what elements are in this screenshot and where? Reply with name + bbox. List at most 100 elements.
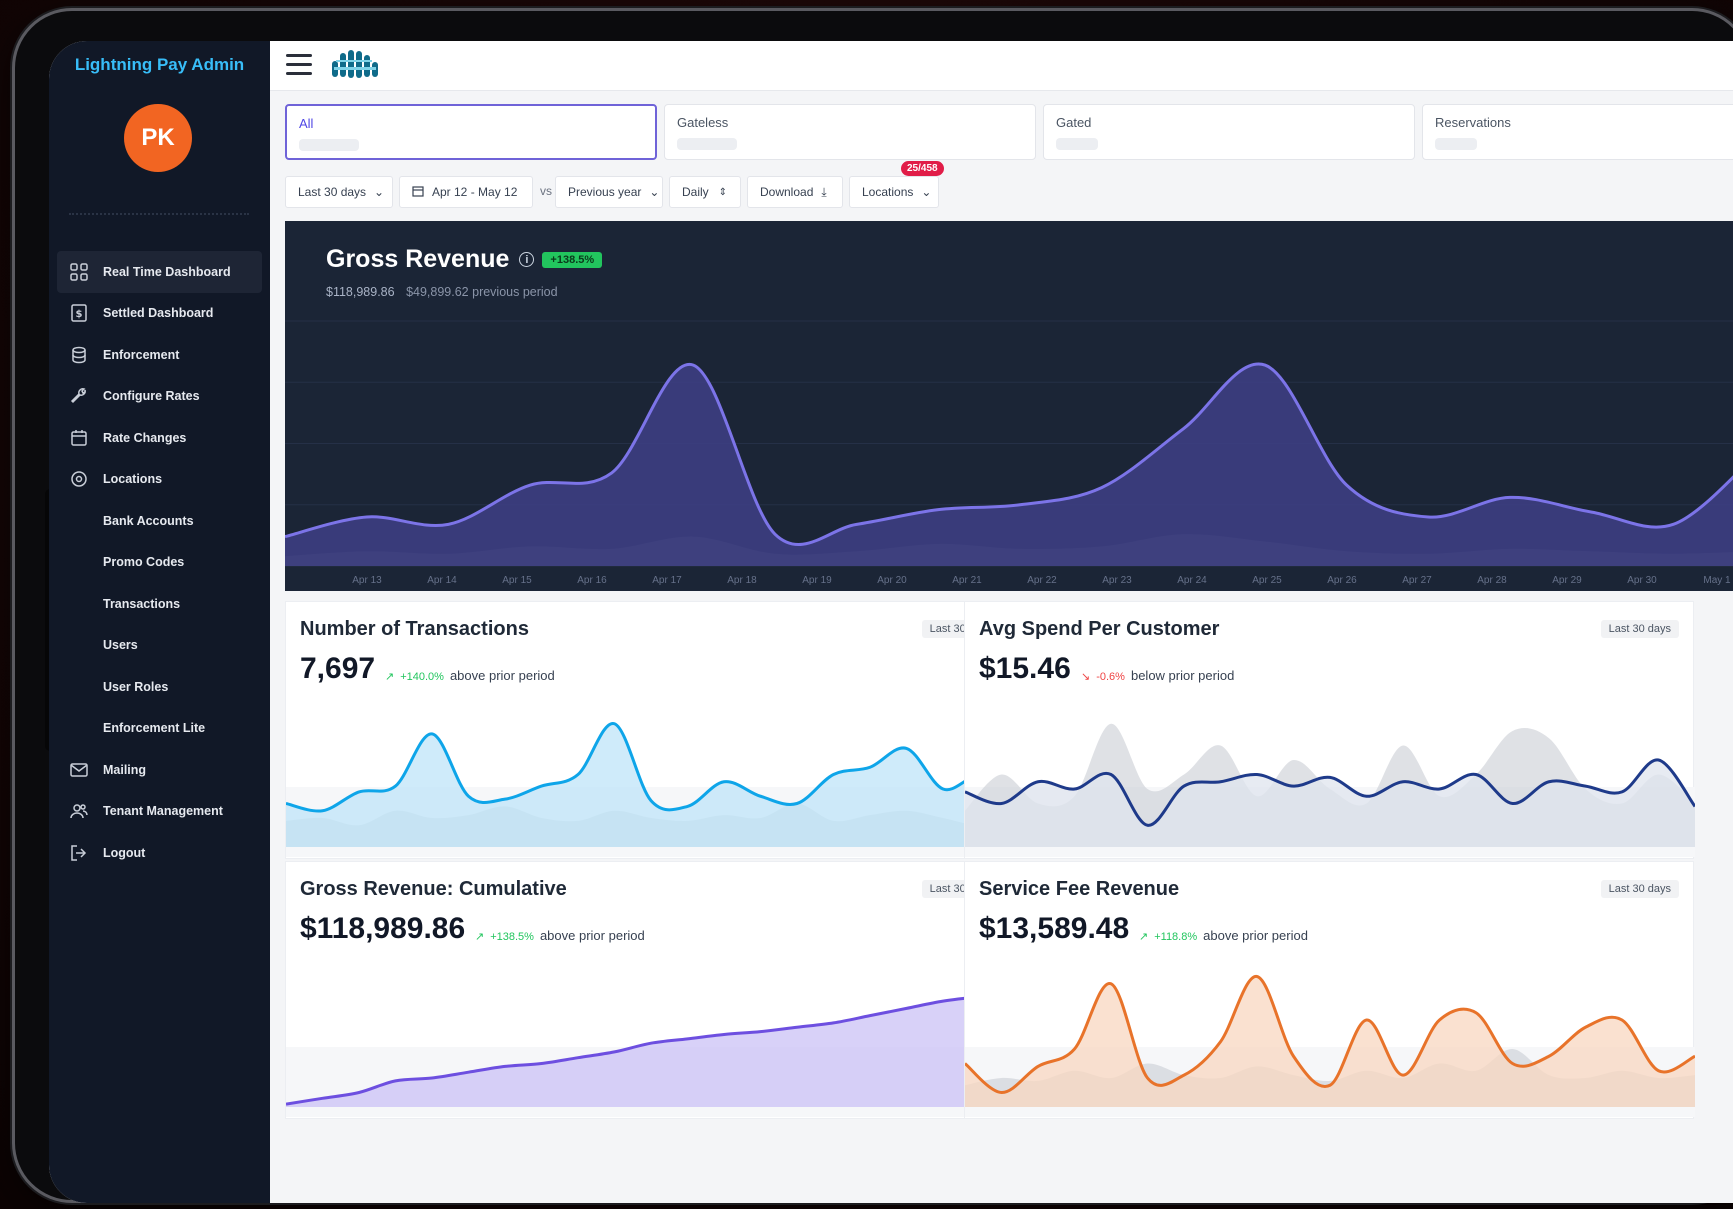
card-chart[interactable] [286, 957, 1016, 1117]
x-tick-label: Apr 16 [577, 575, 607, 586]
x-tick-label: Apr 30 [1627, 575, 1657, 586]
info-icon[interactable]: i [519, 252, 535, 267]
sidebar-item-mailing[interactable]: Mailing [57, 749, 262, 791]
card-change-note: above prior period [539, 928, 645, 943]
tab-value-placeholder [677, 138, 737, 150]
sidebar-item-user-roles[interactable]: User Roles [57, 666, 262, 708]
tab-reservations[interactable]: Reservations [1422, 104, 1733, 160]
x-tick-label: Apr 22 [1027, 575, 1057, 586]
sidebar-item-users[interactable]: Users [57, 625, 262, 667]
grid-icon [69, 262, 89, 282]
card-title: Number of Transactions [300, 618, 529, 640]
card-change-note: above prior period [1203, 928, 1308, 943]
locations-select[interactable]: Locations ⌄ [849, 176, 939, 208]
card-chart[interactable] [965, 697, 1695, 857]
updown-icon: ⇕ [718, 186, 728, 198]
x-tick-label: Apr 24 [1177, 575, 1207, 586]
x-tick-label: Apr 23 [1102, 575, 1132, 586]
sidebar-item-label: Mailing [103, 762, 147, 777]
card-chart[interactable] [286, 697, 1016, 857]
tab-gateless[interactable]: Gateless [664, 104, 1036, 160]
sidebar-item-enforcement-lite[interactable]: Enforcement Lite [57, 708, 262, 750]
sidebar-item-logout[interactable]: Logout [57, 832, 262, 874]
metric-card-gross-revenue-cumulative: Gross Revenue: Cumulative Last 30 days $11… [285, 861, 1016, 1119]
card-value: 7,697 [300, 652, 376, 685]
card-value: $118,989.86 [300, 912, 466, 945]
current-series-area [965, 759, 1695, 847]
compare-label: Previous year [568, 185, 642, 199]
download-button[interactable]: Download ⤓ [747, 176, 843, 208]
download-label: Download [760, 185, 814, 199]
trend-up-icon: ↗ [475, 931, 485, 943]
sidebar-item-rate-changes[interactable]: Rate Changes [57, 417, 262, 459]
card-change: ↘ -0.6% below prior period [1081, 668, 1234, 683]
x-tick-label: Apr 19 [802, 575, 832, 586]
date-range-label: Apr 12 - May 12 [432, 185, 518, 199]
sidebar-item-label: Configure Rates [103, 389, 200, 404]
top-bar [270, 41, 1733, 91]
card-change-pct: +118.8% [1154, 931, 1198, 943]
map-pin-icon [69, 469, 89, 489]
sidebar-item-promo-codes[interactable]: Promo Codes [57, 542, 262, 584]
card-change: ↗ +118.8% above prior period [1139, 928, 1308, 943]
sidebar-item-configure-rates[interactable]: Configure Rates [57, 376, 262, 418]
tab-all[interactable]: All [285, 104, 657, 160]
sidebar-item-label: Logout [103, 845, 146, 860]
current-series-area [285, 363, 1733, 566]
sidebar-divider [69, 213, 249, 215]
tab-gated[interactable]: Gated [1043, 104, 1415, 160]
sidebar-item-label: Bank Accounts [103, 513, 194, 528]
card-chart[interactable] [965, 957, 1695, 1117]
sidebar: Lightning Pay Admin PK Real Time Dashboa… [49, 41, 270, 1203]
sidebar-item-settled-dashboard[interactable]: $ Settled Dashboard [57, 293, 262, 335]
card-change: ↗ +138.5% above prior period [475, 928, 645, 943]
chevron-down-icon: ⌄ [649, 185, 660, 199]
interval-select[interactable]: Daily ⇕ [669, 176, 741, 208]
locations-label: Locations [862, 185, 914, 199]
blank-icon [69, 635, 89, 655]
screen: Lightning Pay Admin PK Real Time Dashboa… [49, 41, 1733, 1203]
blank-icon [69, 594, 89, 614]
sidebar-item-label: Enforcement [103, 347, 180, 362]
x-tick-label: Apr 28 [1477, 575, 1507, 586]
x-tick-label: Apr 17 [652, 575, 682, 586]
sidebar-item-label: User Roles [103, 679, 169, 694]
sidebar-item-transactions[interactable]: Transactions [57, 583, 262, 625]
blank-icon [69, 677, 89, 697]
menu-icon[interactable] [286, 54, 312, 76]
gross-revenue-subtitle: $118,989.86 $49,899.62 previous period [326, 285, 558, 299]
avatar[interactable]: PK [124, 104, 192, 172]
dollar-doc-icon: $ [69, 303, 89, 323]
card-change-note: below prior period [1130, 668, 1235, 683]
previous-period-value: $49,899.62 previous period [406, 285, 558, 299]
compare-select[interactable]: Previous year ⌄ [555, 176, 663, 208]
sidebar-item-tenant-management[interactable]: Tenant Management [57, 791, 262, 833]
chevron-down-icon: ⌄ [374, 185, 385, 199]
sidebar-item-bank-accounts[interactable]: Bank Accounts [57, 500, 262, 542]
trend-up-icon: ↗ [385, 671, 395, 683]
trend-down-icon: ↘ [1081, 671, 1091, 683]
sidebar-item-label: Locations [103, 472, 163, 487]
blank-icon [69, 511, 89, 531]
x-tick-label: Apr 29 [1552, 575, 1582, 586]
card-change-pct: -0.6% [1096, 671, 1125, 683]
metric-card-avg-spend-per-customer: Avg Spend Per Customer Last 30 days $15.46… [964, 601, 1695, 859]
sidebar-item-real-time-dashboard[interactable]: Real Time Dashboard [57, 251, 262, 293]
gross-revenue-title: Gross Revenue i +138.5% [326, 245, 603, 274]
gross-revenue-panel: Apr 13 Apr 14 Apr 15 Apr 16 Apr 17 Apr 18 Apr … [285, 221, 1733, 591]
vs-label: vs [540, 184, 552, 198]
card-title: Gross Revenue: Cumulative [300, 878, 567, 900]
change-badge: +138.5% [542, 251, 603, 268]
gross-revenue-chart[interactable]: Apr 13 Apr 14 Apr 15 Apr 16 Apr 17 Apr 18 Apr … [285, 221, 1733, 591]
card-range-badge: Last 30 days [1600, 620, 1679, 638]
sidebar-item-enforcement[interactable]: Enforcement [57, 334, 262, 376]
x-tick-label: Apr 14 [427, 575, 457, 586]
date-range-picker[interactable]: Apr 12 - May 12 [399, 176, 533, 208]
current-series-area [965, 976, 1695, 1107]
tab-label: Gated [1056, 115, 1092, 130]
tab-value-placeholder [1435, 138, 1477, 150]
sidebar-item-locations[interactable]: Locations [57, 459, 262, 501]
sidebar-item-label: Enforcement Lite [103, 721, 206, 736]
calendar-icon [412, 185, 424, 200]
range-select[interactable]: Last 30 days ⌄ [285, 176, 393, 208]
